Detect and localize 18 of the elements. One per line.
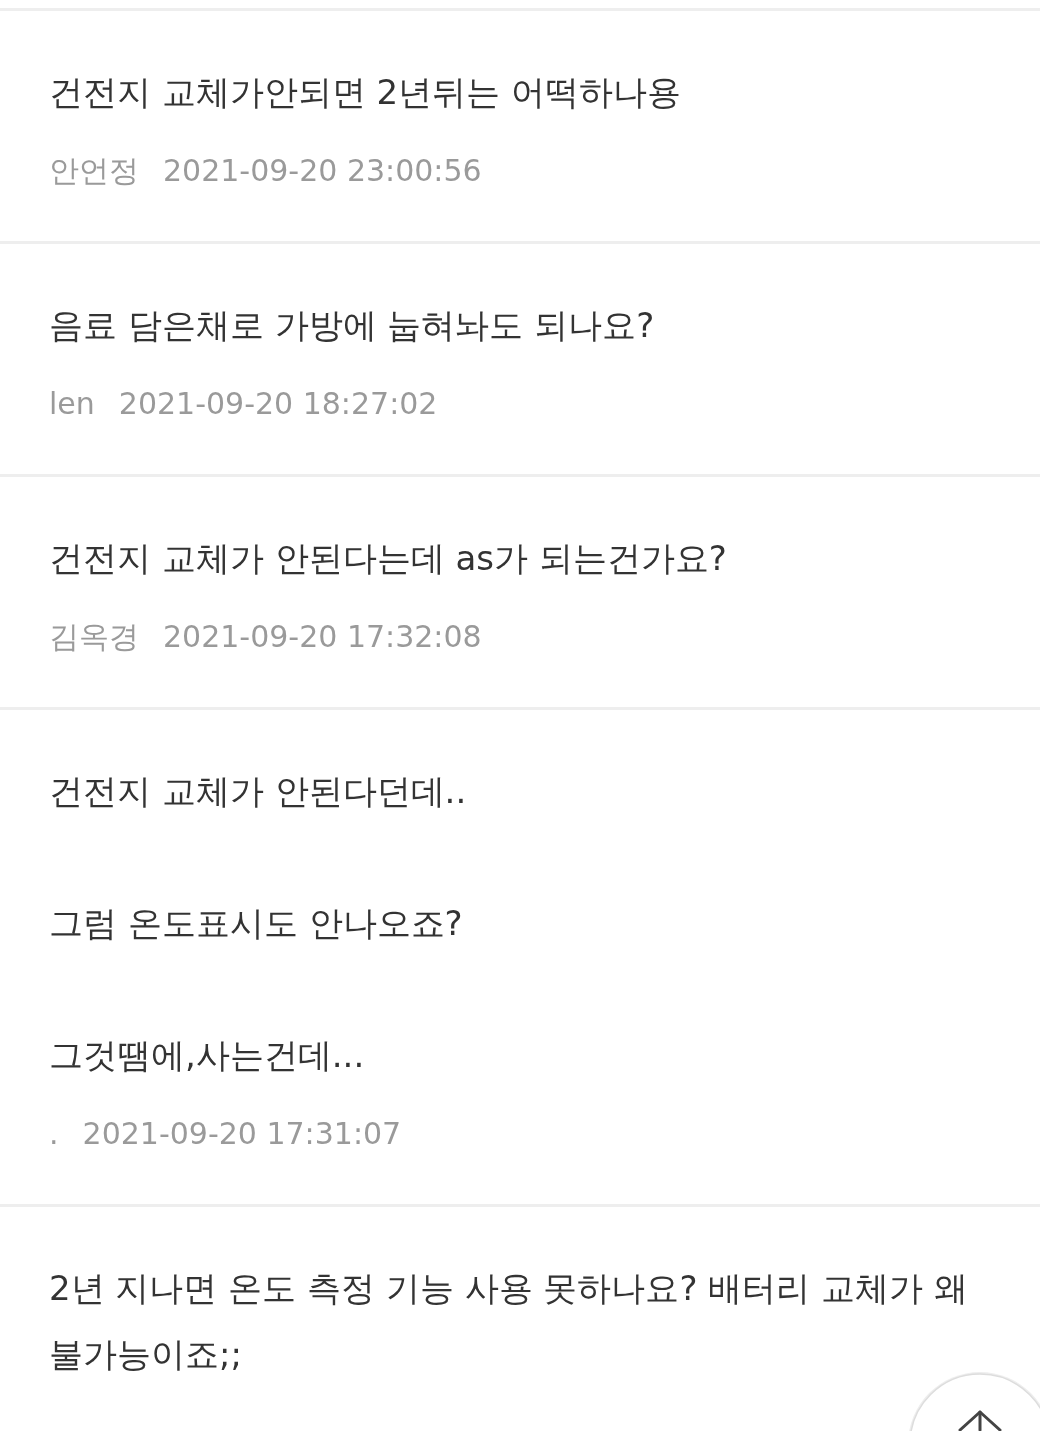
post-title: 건전지 교체가 안된다는데 as가 되는건가요? [49, 537, 728, 580]
post-item[interactable]: 음료 담은채로 가방에 눕혀놔도 되나요? len 2021-09-20 18:27:02 [0, 241, 1040, 474]
post-title: 음료 담은채로 가방에 눕혀놔도 되나요? [49, 304, 656, 347]
author-name: 안언정 [49, 152, 139, 190]
post-date: 2021-09-20 17:32:08 [163, 618, 482, 656]
post-item[interactable]: 건전지 교체가 안된다는데 as가 되는건가요? 김옥경 2021-09-20 17:32:08 [0, 474, 1040, 707]
post-title: 건전지 교체가 안된다던데.. 그럼 온도표시도 안나오죠? 그것땜에,사는건데... [49, 770, 468, 1077]
post-date: 2021-09-20 17:31:07 [82, 1115, 402, 1153]
post-item[interactable]: 건전지 교체가안되면 2년뒤는 어떡하나용 안언정 2021-09-20 23:00:56 [0, 8, 1040, 241]
scroll-to-top-button[interactable] [906, 1370, 1040, 1431]
post-title: 2년 지나면 온도 측정 기능 사용 못하나요? 배터리 교체가 왜 불가능이죠;; [49, 1267, 969, 1376]
post-title: 건전지 교체가안되면 2년뒤는 어떡하나용 [49, 71, 683, 114]
author-name: . [49, 1115, 59, 1153]
author-name: len [49, 385, 95, 423]
author-name: 김옥경 [49, 618, 139, 656]
post-date: 2021-09-20 23:00:56 [163, 152, 482, 190]
post-item[interactable]: 건전지 교체가 안된다던데.. 그럼 온도표시도 안나오죠? 그것땜에,사는건데... . 2021-09-20 17:31:07 [0, 707, 1040, 1204]
post-date: 2021-09-20 18:27:02 [118, 385, 438, 423]
